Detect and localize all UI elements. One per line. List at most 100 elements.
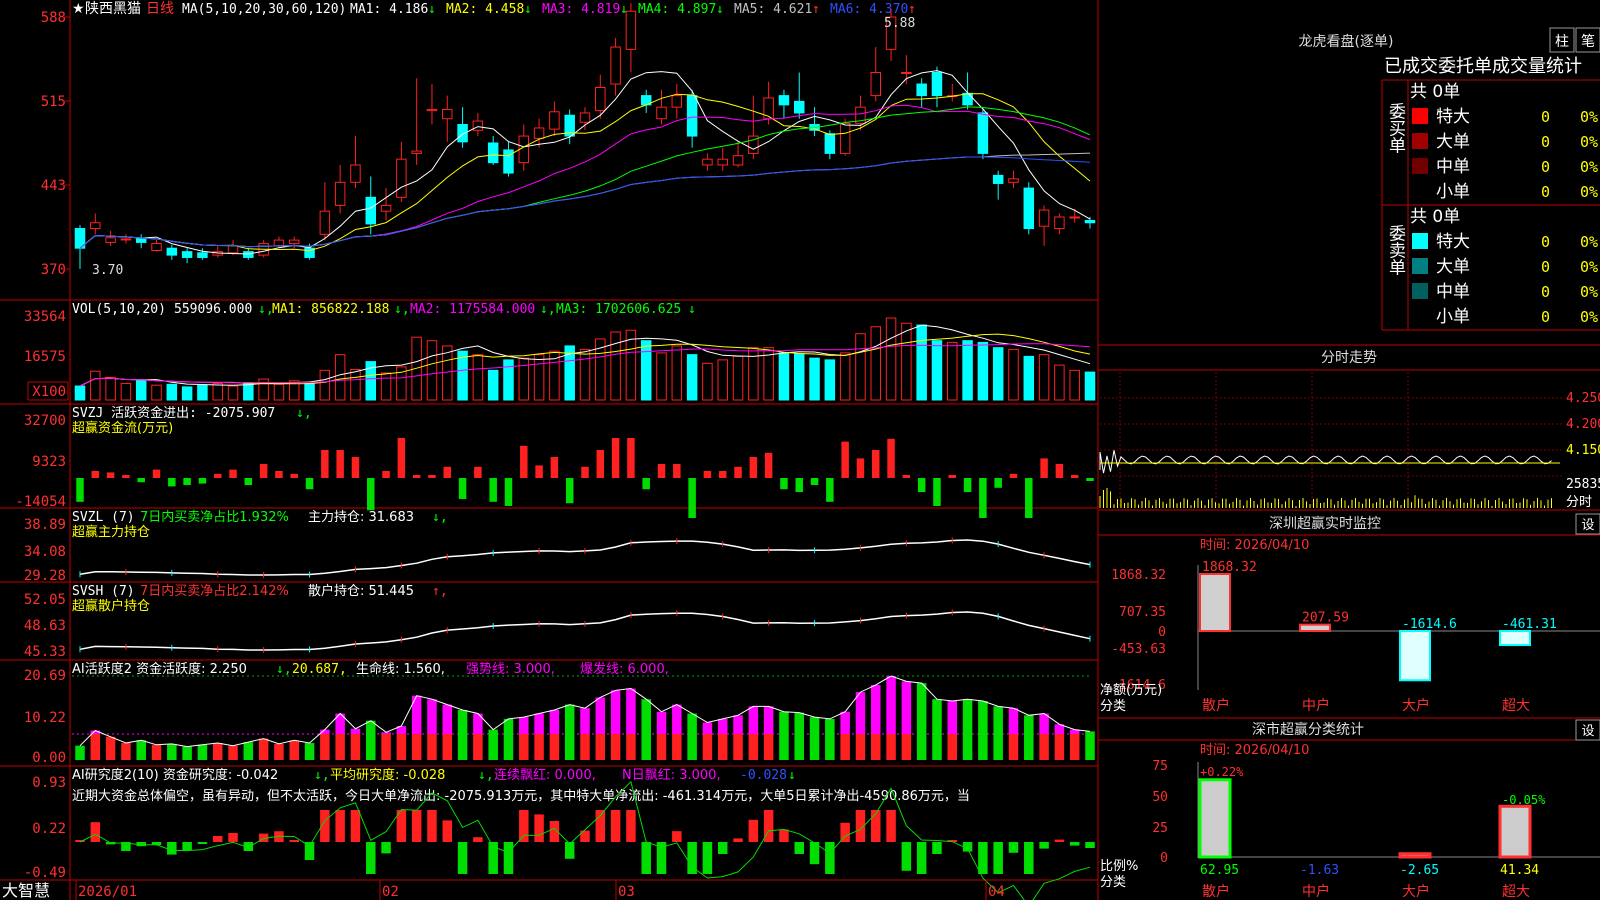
order-row-name: 中单 (1436, 157, 1470, 177)
research-bar (182, 842, 192, 851)
activity-bar-lower (519, 734, 529, 760)
research-bar (932, 842, 942, 854)
activity-bar-upper (1008, 708, 1019, 734)
svzj-tick-0: 32700 (24, 413, 66, 429)
ai1-header: AI活跃度2 资金活跃度: 2.250 ↓, 20.687, 生命线: 1.56… (72, 661, 669, 677)
svg-text:↓,: ↓, (432, 510, 448, 525)
fund-flow-bar (994, 478, 1002, 488)
activity-bar-upper (442, 704, 453, 734)
svg-text:↓: ↓ (688, 302, 696, 317)
stock-chart-canvas: ★ 陕西黑猫 日线 MA(5,10,20,30,60,120) MA1: 4.1… (0, 0, 1600, 900)
sz-category-label: 中户 (1302, 697, 1330, 714)
order-row-pct: 0% (1580, 258, 1598, 276)
candle-body (487, 142, 499, 164)
candle-body (533, 127, 545, 139)
volume-bar (839, 352, 851, 401)
order-row-count: 0 (1541, 108, 1550, 126)
fund-flow-bar (841, 441, 849, 478)
order-row-name: 中单 (1436, 282, 1470, 302)
svsh-tick-1: 48.63 (24, 618, 66, 634)
order-row-count: 0 (1541, 283, 1550, 301)
candle-body (273, 239, 285, 247)
activity-bar-lower (763, 734, 774, 760)
candle-body (1038, 209, 1050, 227)
vol-ma2: MA2: 1175584.000 (410, 302, 535, 317)
svg-text:↓,: ↓, (276, 662, 292, 677)
activity-bar-lower (748, 734, 759, 760)
svg-text:↓,: ↓, (314, 768, 330, 783)
fund-flow-bar (734, 466, 742, 478)
fund-flow-bar (152, 469, 161, 478)
low-mark: 3.70 (92, 263, 123, 278)
order-swatch (1412, 158, 1428, 174)
activity-bar-upper (1039, 713, 1049, 734)
activity-bar-lower (610, 734, 621, 760)
fund-flow-bar (872, 450, 880, 478)
activity-bar-lower (473, 734, 483, 760)
candle-body (1069, 216, 1080, 219)
candle-body (901, 71, 912, 74)
volume-bar (748, 347, 759, 401)
fund-flow-bar (412, 475, 421, 478)
ai2-v5: -0.028 (740, 768, 787, 783)
sz-value-label: -461.31 (1502, 617, 1557, 632)
svg-text:↓,: ↓, (478, 768, 494, 783)
research-bar (335, 810, 345, 842)
candle-body (793, 100, 805, 114)
volume-bar (487, 369, 499, 401)
research-bar (167, 842, 177, 855)
activity-bar-lower (1039, 734, 1049, 760)
intraday-tick-2: 4.150 (1566, 443, 1600, 458)
activity-bar (274, 743, 284, 760)
svzl-white: 主力持仓: 31.683 (308, 510, 414, 525)
activity-bar-lower (1054, 734, 1065, 760)
activity-bar-upper (702, 722, 713, 734)
volume-bar (380, 372, 392, 401)
vol-label: VOL(5,10,20) (72, 302, 166, 317)
price-tick-2: 443 (41, 178, 66, 194)
svsh-label: SVSH (7) (72, 584, 135, 599)
research-bar (457, 842, 468, 874)
candle-body (396, 158, 407, 198)
svsh-red: 7日内买卖净占比2.142% (140, 583, 289, 599)
candle-body (197, 252, 208, 258)
sz-tick-label: 707.35 (1119, 605, 1166, 620)
svg-text:↓,: ↓, (540, 302, 556, 317)
volume-bar (824, 359, 836, 401)
research-bar (289, 840, 299, 842)
fund-flow-bar (810, 478, 819, 485)
sz-tick-label: 1868.32 (1111, 568, 1166, 583)
sh-settings-label: 设 (1581, 724, 1594, 739)
fund-flow-bar (504, 478, 513, 506)
activity-bar-lower (656, 734, 667, 760)
vol-unit: X100 (32, 384, 66, 400)
activity-bar-upper (947, 701, 958, 734)
research-bar (350, 810, 361, 842)
volume-bar (533, 354, 545, 401)
activity-bar-upper (610, 690, 621, 734)
price-tick-3: 370 (41, 262, 66, 278)
activity-bar (962, 699, 973, 760)
stock-name: 陕西黑猫 (85, 1, 141, 17)
candle-body (1054, 216, 1065, 230)
ma-params: MA(5,10,20,30,60,120) (182, 2, 346, 17)
fund-flow-bar (979, 478, 987, 518)
research-bar (473, 837, 483, 842)
volume-bar (74, 385, 86, 401)
volume-bar (350, 368, 361, 401)
sz-tick-label: -453.63 (1111, 642, 1166, 657)
fund-flow-bar (611, 438, 620, 478)
candle-body (717, 158, 728, 166)
volume-bar (870, 326, 882, 401)
order-row-name: 小单 (1436, 307, 1470, 327)
intraday-tick-3: 25835 (1566, 477, 1600, 492)
sz-category-label: 大户 (1402, 697, 1430, 714)
sz-category-label: 超大 (1502, 698, 1530, 714)
fund-flow-bar (520, 445, 528, 478)
fund-flow-bar (336, 450, 344, 478)
order-row-pct: 0% (1580, 158, 1598, 176)
ai2-tick-0: 0.93 (32, 775, 66, 791)
activity-bar-upper (595, 697, 606, 734)
fund-flow-bar (933, 478, 941, 506)
fund-flow-bar (351, 457, 360, 478)
